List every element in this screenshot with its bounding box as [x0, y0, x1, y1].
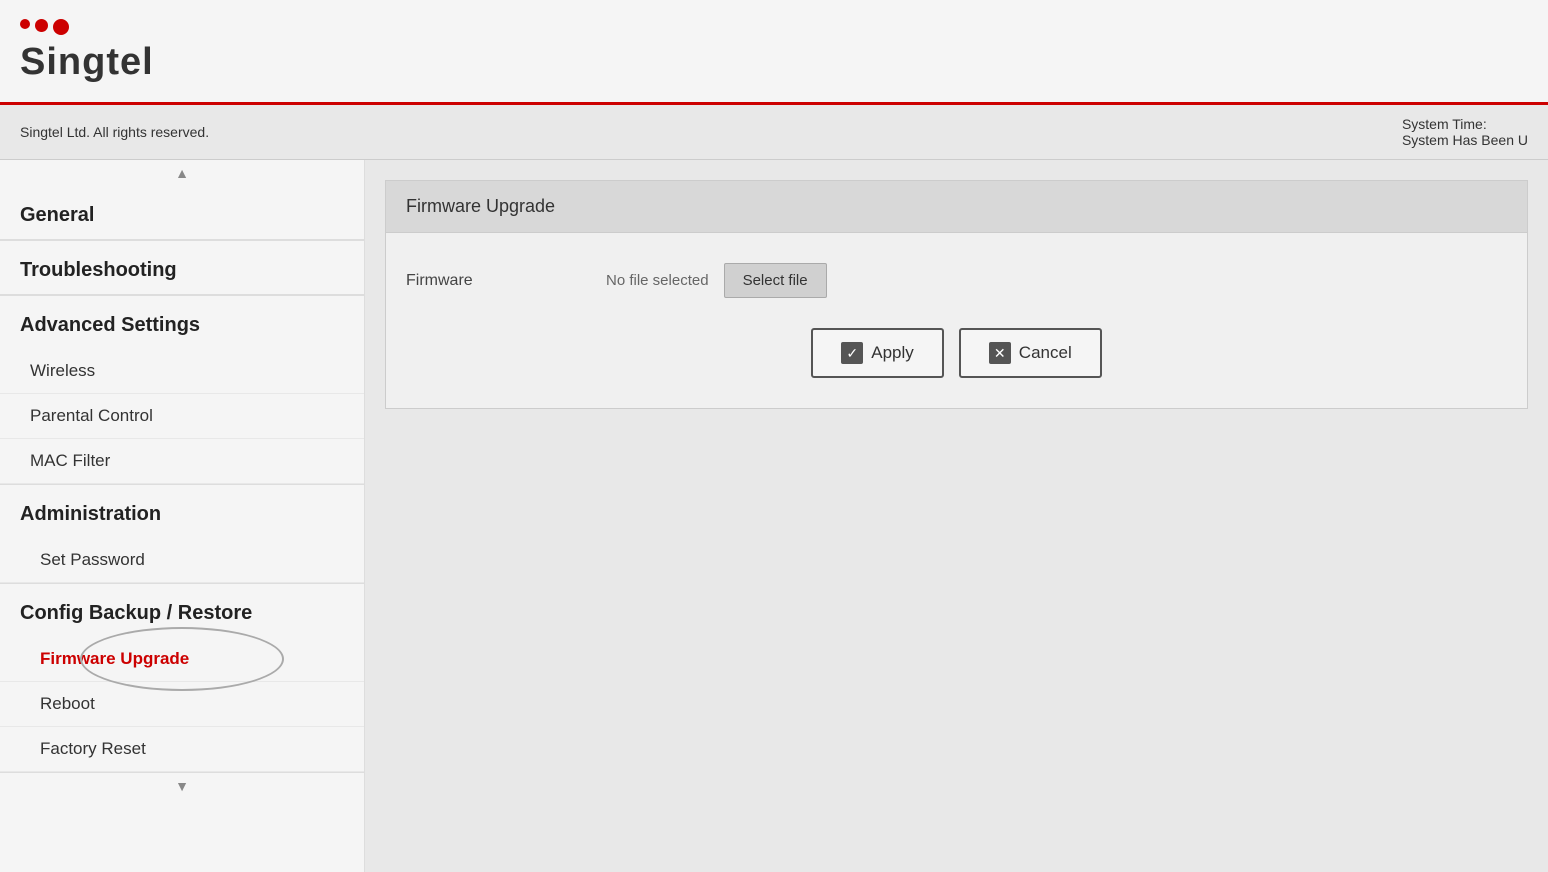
action-buttons: ✓ Apply ✕ Cancel	[406, 328, 1507, 378]
sidebar-item-factory-reset[interactable]: Factory Reset	[0, 727, 364, 772]
sidebar-item-administration[interactable]: Administration	[0, 485, 364, 538]
select-file-button[interactable]: Select file	[724, 263, 827, 298]
sub-header: Singtel Ltd. All rights reserved. System…	[0, 105, 1548, 160]
sidebar-item-advanced-settings[interactable]: Advanced Settings	[0, 296, 364, 349]
header: Singtel	[0, 0, 1548, 105]
content-area: Firmware Upgrade Firmware No file select…	[365, 160, 1548, 872]
sidebar-item-firmware-upgrade[interactable]: Firmware Upgrade	[0, 637, 364, 682]
logo-text: Singtel	[20, 41, 154, 84]
sidebar-item-config-backup[interactable]: Config Backup / Restore	[0, 584, 364, 637]
sidebar-item-parental-control[interactable]: Parental Control	[0, 394, 364, 439]
apply-button[interactable]: ✓ Apply	[811, 328, 944, 378]
system-uptime-label: System Has Been U	[1402, 132, 1528, 148]
firmware-label: Firmware	[406, 272, 606, 290]
panel-body: Firmware No file selected Select file ✓ …	[386, 233, 1527, 408]
sidebar: ▲ General Troubleshooting Advanced Setti…	[0, 160, 365, 872]
firmware-upgrade-panel: Firmware Upgrade Firmware No file select…	[385, 180, 1528, 409]
cancel-button[interactable]: ✕ Cancel	[959, 328, 1102, 378]
sidebar-group-administration: Administration Set Password	[0, 485, 364, 584]
dot-3	[53, 19, 69, 35]
dot-2	[35, 19, 48, 32]
logo: Singtel	[20, 19, 154, 84]
sidebar-item-mac-filter[interactable]: MAC Filter	[0, 439, 364, 484]
sidebar-group-config-backup: Config Backup / Restore Firmware Upgrade…	[0, 584, 364, 773]
main-layout: ▲ General Troubleshooting Advanced Setti…	[0, 160, 1548, 872]
logo-dots	[20, 19, 154, 35]
cancel-label: Cancel	[1019, 343, 1072, 363]
sidebar-item-wireless[interactable]: Wireless	[0, 349, 364, 394]
dot-1	[20, 19, 30, 29]
apply-check-icon: ✓	[841, 342, 863, 364]
apply-label: Apply	[871, 343, 914, 363]
sidebar-group-troubleshooting: Troubleshooting	[0, 241, 364, 296]
sidebar-item-troubleshooting[interactable]: Troubleshooting	[0, 241, 364, 295]
copyright-text: Singtel Ltd. All rights reserved.	[20, 124, 209, 140]
sidebar-group-advanced-settings: Advanced Settings Wireless Parental Cont…	[0, 296, 364, 485]
no-file-text: No file selected	[606, 272, 709, 289]
firmware-row: Firmware No file selected Select file	[406, 263, 1507, 298]
sidebar-item-reboot[interactable]: Reboot	[0, 682, 364, 727]
scroll-down-arrow[interactable]: ▼	[0, 773, 364, 799]
sidebar-group-general: General	[0, 186, 364, 241]
system-time-label: System Time:	[1402, 116, 1528, 132]
sidebar-item-general[interactable]: General	[0, 186, 364, 240]
scroll-up-arrow[interactable]: ▲	[0, 160, 364, 186]
sidebar-item-set-password[interactable]: Set Password	[0, 538, 364, 583]
cancel-x-icon: ✕	[989, 342, 1011, 364]
panel-title: Firmware Upgrade	[386, 181, 1527, 233]
system-info: System Time: System Has Been U	[1402, 116, 1528, 148]
